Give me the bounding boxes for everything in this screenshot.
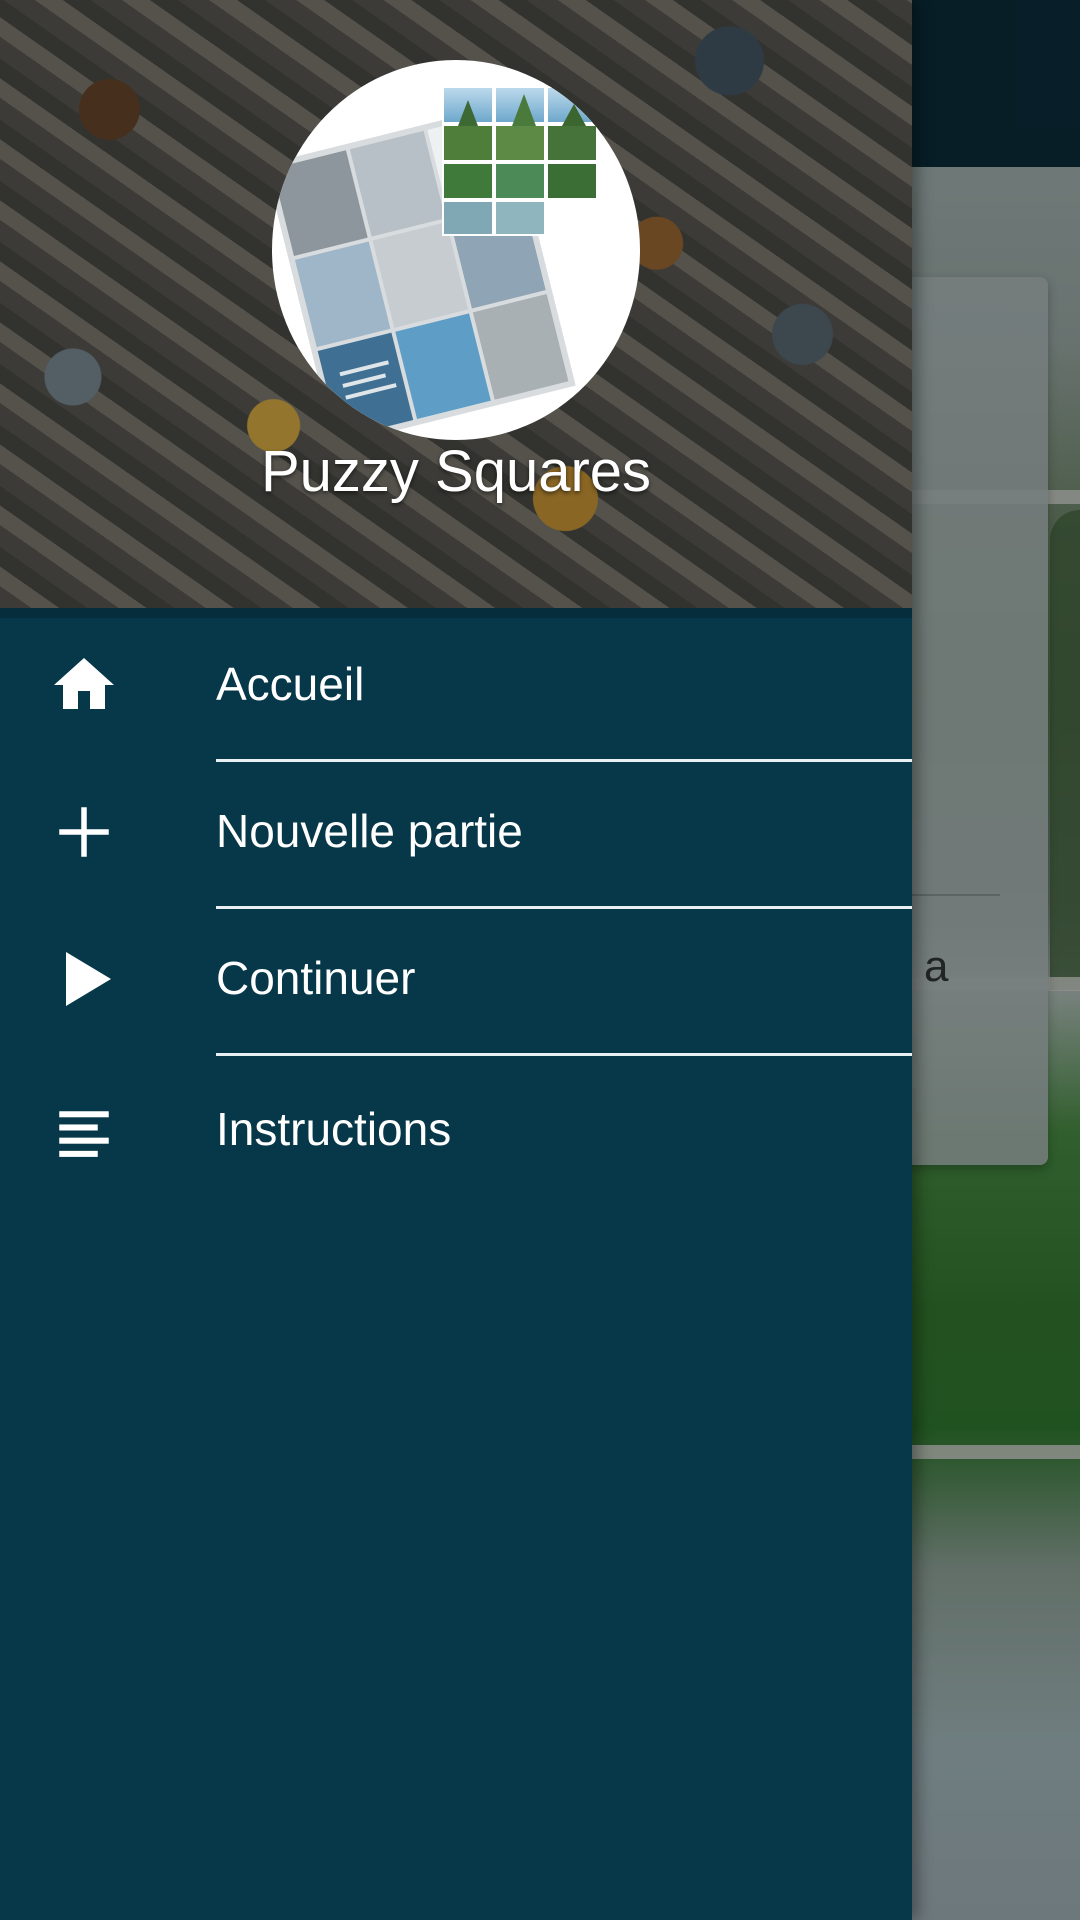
navigation-drawer: Puzzy Squares Accueil Nouvelle partie Co… [0,0,912,1920]
home-icon [48,649,120,721]
play-icon [48,943,120,1015]
drawer-menu: Accueil Nouvelle partie Continuer Instru… [0,618,912,1206]
plus-icon [48,796,120,868]
menu-label-continuer: Continuer [216,952,416,1004]
app-title: Puzzy Squares [260,439,652,504]
menu-divider [216,906,912,909]
puzzle-collage-logo [272,86,600,440]
menu-label-accueil: Accueil [216,658,365,710]
menu-item-nouvelle-partie[interactable]: Nouvelle partie [0,765,912,912]
menu-item-continuer[interactable]: Continuer [0,912,912,1059]
menu-divider [216,759,912,762]
instructions-icon [48,1100,120,1172]
menu-label-nouvelle-partie: Nouvelle partie [216,805,523,857]
menu-item-instructions[interactable]: Instructions [0,1059,912,1206]
menu-label-instructions: Instructions [216,1103,452,1155]
drawer-header: Puzzy Squares [0,0,912,608]
header-divider [0,608,912,618]
menu-item-accueil[interactable]: Accueil [0,618,912,765]
menu-divider [216,1053,912,1056]
app-logo [272,60,640,440]
app-screen: l a Puzzy Squares Accueil Nouvelle parti… [0,0,1080,1920]
